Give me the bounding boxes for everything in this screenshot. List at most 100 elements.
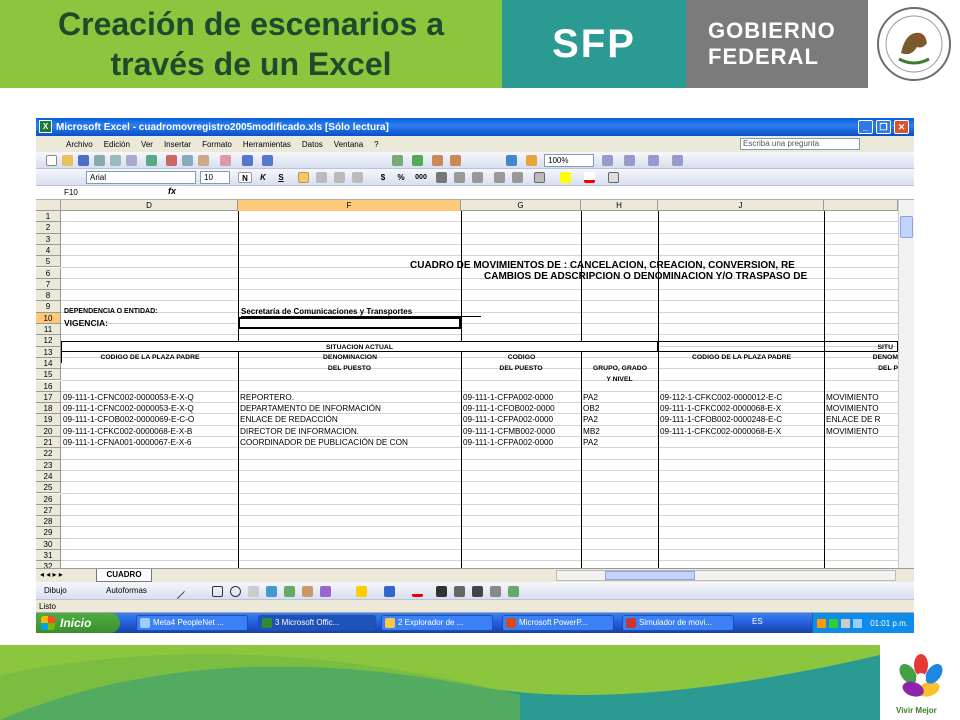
row-header[interactable]: 6 bbox=[36, 267, 61, 279]
row-header[interactable]: 12 bbox=[36, 335, 61, 347]
table-cell-d[interactable]: 09-111-1-CFNC002-0000053-E-X-Q bbox=[63, 392, 238, 403]
menu-help[interactable]: ? bbox=[374, 140, 378, 149]
spreadsheet-grid[interactable]: D F G H J 1 2 3 4 5 6 7 8 9 10 11 12 13 14 15 16 17 18 19 2… bbox=[36, 200, 898, 568]
arrow-icon[interactable] bbox=[192, 586, 203, 597]
table-cell-h[interactable]: OB2 bbox=[583, 403, 658, 414]
menu-insertar[interactable]: Insertar bbox=[164, 140, 191, 149]
row-header[interactable]: 19 bbox=[36, 414, 61, 426]
3d-icon[interactable] bbox=[508, 586, 519, 597]
row-header[interactable]: 22 bbox=[36, 448, 61, 460]
undo-icon[interactable] bbox=[242, 155, 253, 166]
row-header[interactable]: 5 bbox=[36, 256, 61, 268]
row-header[interactable]: 30 bbox=[36, 538, 61, 550]
percent-button[interactable]: % bbox=[394, 172, 408, 183]
thousands-button[interactable]: 000 bbox=[412, 172, 430, 183]
vertical-scroll-thumb[interactable] bbox=[900, 216, 913, 238]
cut-icon[interactable] bbox=[166, 155, 177, 166]
autosum-icon[interactable] bbox=[412, 155, 423, 166]
align-center-icon[interactable] bbox=[316, 172, 327, 183]
copy-icon[interactable] bbox=[182, 155, 193, 166]
increase-decimal-icon[interactable] bbox=[454, 172, 465, 183]
new-icon[interactable] bbox=[46, 155, 57, 166]
taskbar-item-simulador[interactable]: Simulador de movi... bbox=[622, 615, 734, 631]
review-icon[interactable] bbox=[648, 155, 659, 166]
table-cell-f[interactable]: DEPARTAMENTO DE INFORMACIÓN bbox=[240, 403, 461, 414]
restore-button[interactable]: ❐ bbox=[876, 120, 891, 134]
increase-indent-icon[interactable] bbox=[512, 172, 523, 183]
table-cell-k[interactable]: MOVIMIENTO bbox=[826, 426, 898, 437]
table-cell-g[interactable]: 09-111-1-CFOB002-0000 bbox=[463, 403, 581, 414]
row-header[interactable]: 16 bbox=[36, 380, 61, 392]
row-header[interactable]: 17 bbox=[36, 391, 61, 404]
start-button[interactable]: Inicio bbox=[36, 613, 120, 633]
row-header[interactable]: 18 bbox=[36, 403, 61, 415]
network-icon[interactable] bbox=[853, 618, 863, 628]
row-header[interactable]: 25 bbox=[36, 482, 61, 494]
open-icon[interactable] bbox=[62, 155, 73, 166]
oval-icon[interactable] bbox=[230, 586, 241, 597]
menu-datos[interactable]: Datos bbox=[302, 140, 323, 149]
help-icon[interactable] bbox=[602, 155, 613, 166]
row-header[interactable]: 11 bbox=[36, 324, 61, 336]
sheet-nav-arrows[interactable]: ◂ ◂ ▸ ▸ bbox=[40, 570, 63, 579]
picture-icon[interactable] bbox=[320, 586, 331, 597]
zoom-select[interactable]: 100% bbox=[544, 154, 594, 167]
dash-style-icon[interactable] bbox=[454, 586, 465, 597]
table-cell-f[interactable]: REPORTERO. bbox=[240, 392, 461, 403]
table-cell-d[interactable]: 09-111-1-CFOB002-0000069-E-C-O bbox=[63, 414, 238, 425]
table-cell-f[interactable]: COORDINADOR DE PUBLICACIÓN DE CON bbox=[240, 437, 461, 448]
autoformas-menu[interactable]: Autoformas bbox=[106, 586, 147, 595]
column-header-j[interactable]: J bbox=[658, 200, 824, 211]
review2-icon[interactable] bbox=[672, 155, 683, 166]
chart-wizard-icon[interactable] bbox=[506, 155, 517, 166]
window-titlebar[interactable]: X Microsoft Excel - cuadromovregistro200… bbox=[36, 118, 914, 136]
language-indicator[interactable]: ES bbox=[752, 617, 763, 626]
menu-ventana[interactable]: Ventana bbox=[334, 140, 363, 149]
underline-button[interactable]: S bbox=[274, 172, 288, 183]
taskbar-item-meta4[interactable]: Meta4 PeopleNet ... bbox=[136, 615, 248, 631]
line-icon[interactable] bbox=[169, 583, 186, 600]
table-cell-k[interactable] bbox=[826, 437, 898, 448]
column-header-f[interactable]: F bbox=[238, 200, 461, 211]
arrow-style-icon[interactable] bbox=[472, 586, 483, 597]
row-header[interactable]: 2 bbox=[36, 222, 61, 234]
column-header-g[interactable]: G bbox=[461, 200, 581, 211]
table-cell-f[interactable]: DIRECTOR DE INFORMACION. bbox=[240, 426, 461, 437]
table-cell-h[interactable]: PA2 bbox=[583, 414, 658, 425]
row-header[interactable]: 27 bbox=[36, 504, 61, 517]
cell-icon[interactable] bbox=[608, 172, 619, 183]
table-cell-f[interactable]: ENLACE DE REDACCIÓN bbox=[240, 414, 461, 425]
reply-changes-icon[interactable] bbox=[624, 155, 635, 166]
borders-icon[interactable] bbox=[534, 172, 545, 183]
column-header-k[interactable] bbox=[824, 200, 898, 211]
fill-color-icon[interactable] bbox=[560, 172, 571, 183]
horizontal-scrollbar[interactable] bbox=[556, 570, 896, 581]
sort-asc-icon[interactable] bbox=[432, 155, 443, 166]
font-select[interactable]: Arial bbox=[86, 171, 196, 184]
table-cell-j[interactable]: 09-111-1-CFKC002-0000068-E-X bbox=[660, 403, 824, 414]
help-search-input[interactable]: Escriba una pregunta bbox=[740, 138, 860, 150]
volume-icon[interactable] bbox=[841, 618, 851, 628]
row-header[interactable]: 9 bbox=[36, 301, 61, 313]
row-header[interactable]: 26 bbox=[36, 493, 61, 505]
row-header[interactable]: 13 bbox=[36, 346, 61, 358]
italic-button[interactable]: K bbox=[256, 172, 270, 183]
redo-icon[interactable] bbox=[262, 155, 273, 166]
tray-icon-1[interactable] bbox=[817, 618, 827, 628]
close-button[interactable]: ✕ bbox=[894, 120, 909, 134]
draw-font-color-icon[interactable] bbox=[412, 586, 423, 597]
row-header[interactable]: 1 bbox=[36, 211, 61, 223]
taskbar-item-office[interactable]: 3 Microsoft Offic... bbox=[258, 615, 376, 631]
row-header[interactable]: 31 bbox=[36, 550, 61, 562]
wordart-icon[interactable] bbox=[266, 586, 277, 597]
menu-herramientas[interactable]: Herramientas bbox=[243, 140, 291, 149]
vertical-scrollbar[interactable] bbox=[898, 200, 914, 568]
line-color-icon[interactable] bbox=[384, 586, 395, 597]
table-cell-d[interactable]: 09-111-1-CFNC002-0000053-E-X-Q bbox=[63, 403, 238, 414]
drawing-icon[interactable] bbox=[526, 155, 537, 166]
row-header[interactable]: 14 bbox=[36, 357, 61, 370]
hyperlink-icon[interactable] bbox=[392, 155, 403, 166]
table-cell-j[interactable] bbox=[660, 437, 824, 448]
taskbar-item-powerpoint[interactable]: Microsoft PowerP... bbox=[502, 615, 614, 631]
row-header[interactable]: 4 bbox=[36, 244, 61, 257]
